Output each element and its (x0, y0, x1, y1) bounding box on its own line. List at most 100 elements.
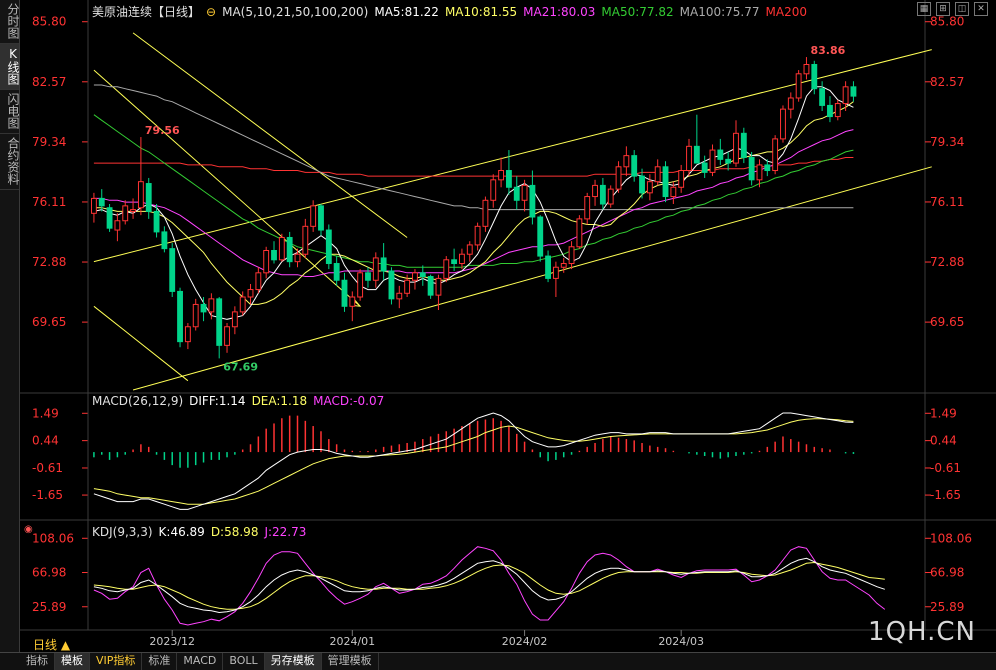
bottom-tab-7[interactable]: 管理模板 (322, 653, 379, 670)
candle-body-up (772, 138, 779, 172)
kdj-d: D:58.98 (210, 525, 259, 539)
candle-body-down (740, 132, 747, 159)
candle-body-up (686, 145, 692, 172)
price-tick-label-right: 82.57 (930, 75, 964, 89)
candle-body-up (490, 179, 497, 201)
candle-body-up (709, 149, 716, 173)
main-indicator-header: 美原油连续【日线】 ⊖ MA(5,10,21,50,100,200) MA5:81.2… (92, 3, 813, 20)
price-tick-label-left: 82.57 (32, 75, 66, 89)
kdj-params: KDJ(9,3,3) (92, 525, 153, 539)
candle-body-up (239, 296, 246, 313)
price-tick-label-left: 72.88 (32, 255, 66, 269)
sidebar: 分时图 K线图 闪电图 合约资料 (0, 0, 20, 652)
macd-tick-label-right: -0.61 (930, 461, 961, 475)
candle-body-down (177, 290, 183, 343)
candle-body-down (662, 166, 669, 198)
settings-icon[interactable]: ⊖ (206, 5, 216, 19)
macd-tick-label-right: 1.49 (930, 406, 957, 420)
candle-body-down (639, 175, 645, 194)
candle-body-down (106, 207, 113, 229)
candle-body-down (850, 86, 857, 97)
candle-body-down (451, 259, 458, 265)
price-tick-label-left: 85.80 (32, 15, 66, 29)
ma50-value: MA50:77.82 (601, 5, 674, 19)
sidebar-tab-3[interactable]: 合约资料 (0, 134, 20, 190)
layout-icon[interactable]: ▦ (917, 2, 931, 16)
candle-body-down (200, 303, 207, 313)
sidebar-tab-2[interactable]: 闪电图 (0, 90, 20, 134)
candle-body-down (365, 272, 371, 281)
candle-body-up (404, 279, 411, 294)
candle-body-down (169, 248, 176, 292)
bottom-tab-1[interactable]: 模板 (55, 653, 90, 670)
candle-body-down (161, 231, 168, 250)
ma200-line (93, 157, 854, 177)
candle-body-up (459, 253, 465, 265)
sidebar-tab-0[interactable]: 分时图 (0, 0, 20, 44)
macd-macd: MACD:-0.07 (313, 394, 385, 408)
candle-body-down (419, 272, 426, 278)
candle-body-up (560, 263, 567, 268)
bottom-tab-4[interactable]: MACD (177, 653, 224, 670)
price-tick-label-left: 69.65 (32, 315, 66, 329)
candle-body-down (717, 149, 724, 160)
candle-body-up (90, 197, 97, 214)
sidebar-tab-1[interactable]: K线图 (0, 44, 20, 90)
macd-tick-label-right: -1.65 (930, 488, 961, 502)
candle-body-up (122, 205, 129, 222)
candle-body-down (505, 170, 512, 188)
kdj-header: KDJ(9,3,3) K:46.89 D:58.98 J:22.73 (92, 525, 312, 539)
candle-body-up (498, 170, 505, 181)
candle-body-down (537, 216, 544, 257)
candle-body-up (607, 188, 614, 205)
subchart-toggle-icon[interactable]: ◉ (24, 524, 33, 535)
price-tick-label-left: 79.34 (32, 135, 66, 149)
close-icon[interactable]: ✕ (974, 2, 988, 16)
window-controls: ▦ ⊞ ◫ ✕ (917, 2, 988, 16)
candle-body-up (654, 166, 661, 183)
expand-icon[interactable]: ⊞ (936, 2, 950, 16)
candle-body-up (349, 296, 356, 307)
candle-body-down (388, 270, 395, 300)
candle-body-down (764, 164, 771, 172)
candle-body-up (412, 272, 418, 281)
candle-body-up (466, 244, 473, 255)
price-tick-label-right: 79.34 (930, 135, 964, 149)
bottom-tab-0[interactable]: 指标 (20, 653, 55, 670)
price-tick-label-right: 69.65 (930, 315, 964, 329)
candle-body-up (670, 186, 677, 198)
candle-body-down (318, 205, 324, 231)
candle-body-up (310, 205, 317, 227)
candle-body-up (552, 266, 559, 279)
candle-body-up (474, 225, 481, 246)
bottom-tab-3[interactable]: 标准 (142, 653, 178, 670)
candle-body-down (153, 210, 160, 233)
watermark: 1QH.CN (868, 617, 976, 647)
kdj-tick-label-right: 108.06 (930, 531, 972, 545)
chart-canvas[interactable]: 85.80 85.80 82.57 82.57 79.34 79.34 76.11 76.11… (20, 0, 996, 652)
bottom-tab-5[interactable]: BOLL (223, 653, 265, 670)
candle-body-down (827, 104, 833, 118)
candle-body-up (435, 277, 442, 296)
candle-body-up (803, 64, 810, 75)
x-tick-label: 2024/01 (329, 635, 375, 648)
macd-tick-label-left: 0.44 (32, 434, 59, 448)
bottom-tab-6[interactable]: 另存模板 (264, 653, 322, 670)
candle-body-up (184, 326, 191, 343)
candle-body-up (623, 155, 630, 168)
bottom-toolbar: 指标 模板 VIP指标 标准 MACD BOLL 另存模板 管理模板 (20, 652, 996, 670)
macd-dea: DEA:1.18 (251, 394, 308, 408)
bottom-tab-2[interactable]: VIP指标 (90, 653, 143, 670)
ma200-value: MA200 (765, 5, 807, 19)
x-tick-label: 2023/12 (149, 635, 195, 648)
candle-body-up (842, 86, 849, 105)
candle-body-down (693, 145, 700, 164)
candle-body-up (130, 209, 136, 212)
fit-icon[interactable]: ◫ (955, 2, 969, 16)
ma10-value: MA10:81.55 (444, 5, 518, 19)
candle-body-up (592, 184, 598, 198)
period-selector[interactable]: 日线 ▲ (33, 636, 70, 653)
candle-body-up (278, 236, 285, 261)
candle-body-up (192, 303, 199, 328)
bottom-corner (0, 652, 20, 670)
